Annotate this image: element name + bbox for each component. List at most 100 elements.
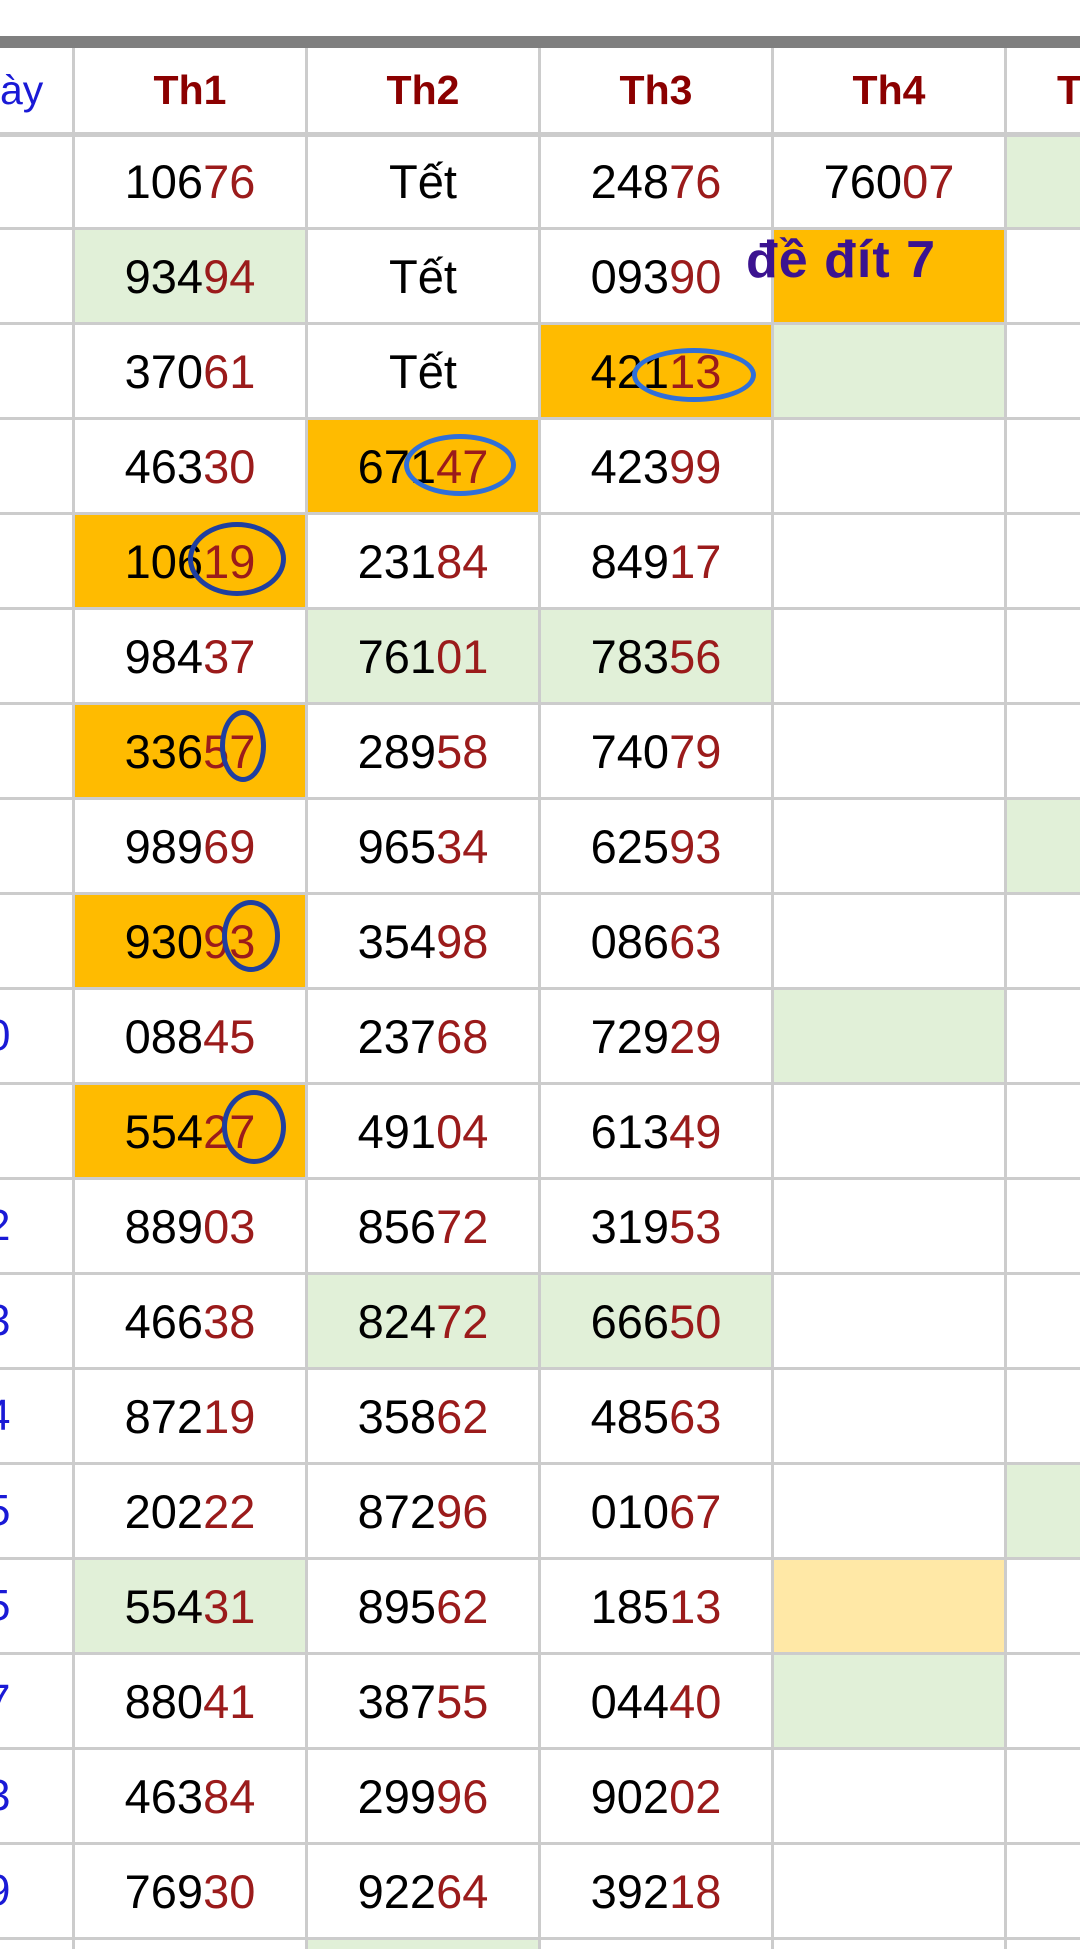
result-head-digits: 010 [590, 1484, 670, 1538]
result-head-digits: 666 [590, 1294, 670, 1348]
result-cell: 202 22 [75, 1465, 305, 1557]
row-label: 2 [0, 1180, 72, 1272]
result-head-digits: 421 [590, 344, 670, 398]
result-head-digits: 491 [357, 1104, 437, 1158]
result-cell: 934 94 [75, 230, 305, 322]
result-cell: 902 02 [541, 1750, 771, 1842]
result-cell: 421 13 [541, 325, 771, 417]
result-tail-digits: 84 [203, 1769, 256, 1823]
result-head-digits: 965 [357, 819, 437, 873]
result-cell: 231 84 [308, 515, 538, 607]
result-cell: 965 34 [308, 800, 538, 892]
row-label: 5 [0, 1560, 72, 1652]
result-cell: 922 64 [308, 1845, 538, 1937]
result-cell: 387 55 [308, 1655, 538, 1747]
result-tail-digits: 37 [203, 629, 256, 683]
row-label: 3 [0, 1750, 72, 1842]
result-head-digits: 740 [590, 724, 670, 778]
result-tail-digits: 56 [669, 629, 722, 683]
result-tail-digits: 68 [436, 1009, 489, 1063]
cell-highlight [1007, 800, 1080, 892]
result-tail-digits: 57 [203, 724, 256, 778]
result-head-digits: 783 [590, 629, 670, 683]
result-cell: 463 84 [75, 1750, 305, 1842]
header-th2: Th2 [386, 66, 460, 113]
result-head-digits: 358 [357, 1389, 437, 1443]
result-head-digits: 086 [590, 914, 670, 968]
result-tail-digits: 55 [436, 1674, 489, 1728]
cell-highlight [774, 1560, 1004, 1652]
result-head-digits: 613 [590, 1104, 670, 1158]
result-cell: 093 90 [541, 230, 771, 322]
result-tail-digits: 96 [436, 1484, 489, 1538]
result-tail-digits: 07 [902, 154, 955, 208]
result-cell: 625 93 [541, 800, 771, 892]
result-tail-digits: 61 [203, 344, 256, 398]
result-cell: 872 96 [308, 1465, 538, 1557]
result-tail-digits: 49 [669, 1104, 722, 1158]
result-head-digits: 185 [590, 1579, 670, 1633]
result-cell: 485 63 [541, 1370, 771, 1462]
result-tail-digits: 64 [436, 1864, 489, 1918]
result-head-digits: 466 [124, 1294, 204, 1348]
header-th1: Th1 [153, 66, 227, 113]
header-th4: Th4 [852, 66, 926, 113]
result-head-digits: Tết [389, 154, 457, 208]
result-cell: Tết [308, 135, 538, 227]
result-cell: 889 03 [75, 1180, 305, 1272]
result-tail-digits: 03 [203, 1199, 256, 1253]
result-cell: Tết [308, 325, 538, 417]
result-cell: 666 50 [541, 1275, 771, 1367]
result-head-digits: 289 [357, 724, 437, 778]
cell-highlight [1007, 135, 1080, 227]
result-cell: 086 63 [541, 895, 771, 987]
result-cell: 824 72 [308, 1275, 538, 1367]
result-cell: 336 57 [75, 705, 305, 797]
row-label: 9 [0, 1845, 72, 1937]
result-head-digits: 354 [357, 914, 437, 968]
result-head-digits: 872 [124, 1389, 204, 1443]
cell-highlight [774, 325, 1004, 417]
result-tail-digits: 84 [436, 534, 489, 588]
result-cell: 289 58 [308, 705, 538, 797]
result-tail-digits: 31 [203, 1579, 256, 1633]
result-tail-digits: 04 [436, 1104, 489, 1158]
result-head-digits: 423 [590, 439, 670, 493]
result-head-digits: 392 [590, 1864, 670, 1918]
result-head-digits: 093 [590, 249, 670, 303]
result-head-digits: 984 [124, 629, 204, 683]
result-head-digits: 044 [590, 1674, 670, 1728]
result-tail-digits: 79 [669, 724, 722, 778]
result-cell: 613 49 [541, 1085, 771, 1177]
result-tail-digits: 41 [203, 1674, 256, 1728]
result-tail-digits: 27 [203, 1104, 256, 1158]
result-tail-digits: 29 [669, 1009, 722, 1063]
result-head-digits: 671 [357, 439, 437, 493]
result-head-digits: 463 [124, 1769, 204, 1823]
result-head-digits: 625 [590, 819, 670, 873]
result-tail-digits: 63 [669, 1389, 722, 1443]
result-tail-digits: 90 [669, 249, 722, 303]
result-cell: 880 41 [75, 1655, 305, 1747]
result-tail-digits: 76 [669, 154, 722, 208]
result-tail-digits: 94 [203, 249, 256, 303]
result-cell: 358 62 [308, 1370, 538, 1462]
cell-highlight [774, 990, 1004, 1082]
result-head-digits: 769 [124, 1864, 204, 1918]
result-cell: 930 93 [75, 895, 305, 987]
annotation-de-dit-7: đề đít 7 [746, 231, 937, 289]
result-cell: 392 18 [541, 1845, 771, 1937]
grid-hline [0, 1937, 1080, 1940]
result-tail-digits: 62 [436, 1579, 489, 1633]
result-head-digits: 237 [357, 1009, 437, 1063]
result-head-digits: 088 [124, 1009, 204, 1063]
result-tail-digits: 72 [436, 1294, 489, 1348]
result-cell: 761 01 [308, 610, 538, 702]
result-head-digits: 895 [357, 1579, 437, 1633]
row-label: 4 [0, 1370, 72, 1462]
result-tail-digits: 02 [669, 1769, 722, 1823]
result-head-digits: 106 [124, 154, 204, 208]
result-cell: 463 30 [75, 420, 305, 512]
result-head-digits: 872 [357, 1484, 437, 1538]
result-cell: 299 96 [308, 1750, 538, 1842]
